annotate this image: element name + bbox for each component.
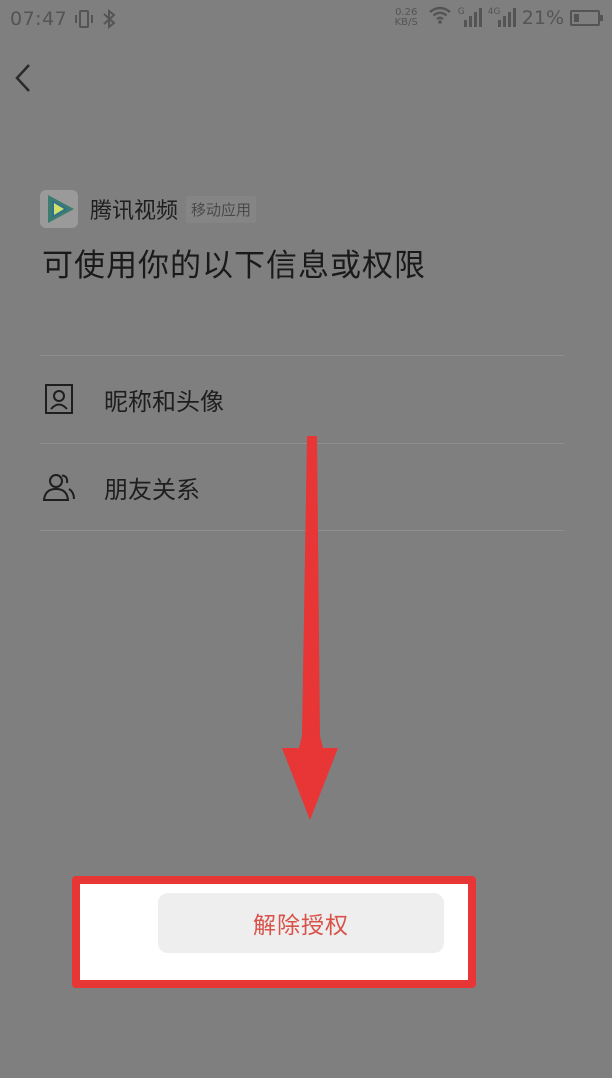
- network-speed: 0.26 KB/S: [394, 6, 418, 28]
- app-type-tag: 移动应用: [186, 195, 257, 223]
- friends-icon: [40, 468, 78, 506]
- wifi-icon: [428, 6, 452, 29]
- network-speed-unit: KB/S: [394, 16, 418, 28]
- status-right-icons: 0.26 KB/S G 4G 21%: [394, 6, 603, 29]
- permission-label: 昵称和头像: [104, 387, 224, 416]
- status-left-icons: [74, 8, 116, 34]
- permission-label: 朋友关系: [104, 475, 200, 504]
- tencent-video-logo-icon: [40, 190, 78, 228]
- network-speed-value: 0.26: [395, 6, 418, 18]
- chevron-left-icon: [12, 64, 36, 98]
- signal-strength-4g-icon: 4G: [488, 7, 516, 28]
- back-button[interactable]: [12, 62, 36, 94]
- app-info-row: 腾讯视频 移动应用: [40, 190, 257, 228]
- battery-percent: 21%: [521, 6, 564, 29]
- app-name: 腾讯视频: [90, 199, 179, 224]
- status-bar: 07:47 0.26 KB/S G 4G 21%: [0, 0, 612, 40]
- status-time: 07:47: [10, 8, 68, 30]
- battery-icon: [570, 9, 603, 26]
- signal-strength-icon: G: [458, 7, 482, 28]
- profile-card-icon: [40, 380, 78, 418]
- page-title: 可使用你的以下信息或权限: [42, 248, 426, 284]
- battery-level-fill: [574, 13, 579, 22]
- revoke-authorization-button[interactable]: 解除授权: [158, 893, 444, 953]
- permission-item-profile: 昵称和头像: [40, 356, 564, 442]
- bluetooth-icon: [102, 8, 116, 34]
- vibrate-icon: [74, 10, 94, 33]
- annotation-arrow: [280, 436, 340, 822]
